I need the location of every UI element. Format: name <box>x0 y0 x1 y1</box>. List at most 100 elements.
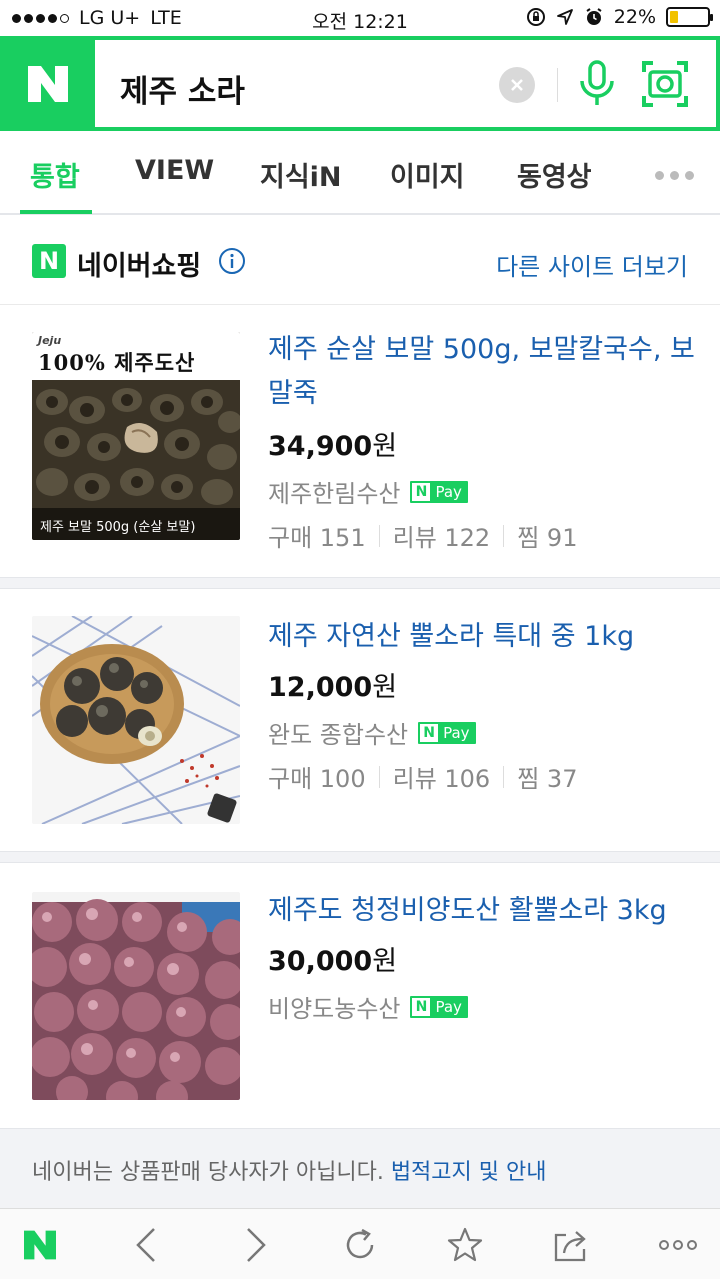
seller-name[interactable]: 제주한림수산 <box>268 474 400 509</box>
status-right: 22% <box>526 6 713 28</box>
shopping-title[interactable]: 네이버쇼핑 <box>77 244 201 283</box>
seller-row: 비양도농수산 N Pay <box>268 989 468 1024</box>
product-item[interactable]: 제주도 청정비양도산 활뿔소라 3kg 30,000원 비양도농수산 N Pay <box>0 863 720 1128</box>
product-image[interactable]: Jeju 100% 제주도산 제주 보말 500g (순살 보말) <box>32 332 240 540</box>
price-value: 34,900 <box>268 431 373 462</box>
review-count[interactable]: 리뷰 122 <box>393 518 491 553</box>
purchase-count: 구매 100 <box>268 765 366 793</box>
npay-label: Pay <box>435 997 462 1016</box>
bookmark-button[interactable] <box>443 1223 487 1267</box>
thumb-caption: 제주 보말 500g (순살 보말) <box>40 520 196 535</box>
stat-divider <box>503 524 505 547</box>
price-currency: 원 <box>372 946 398 977</box>
search-input[interactable]: 제주 소라 <box>120 66 245 111</box>
rotation-lock-icon <box>526 8 545 26</box>
tabs-more-icon[interactable] <box>655 171 694 180</box>
stat-divider <box>378 765 380 788</box>
battery-icon <box>666 7 713 27</box>
refresh-icon <box>346 1228 374 1259</box>
npay-badge: N Pay <box>410 995 468 1018</box>
bookmark-star-icon <box>447 1227 483 1262</box>
naver-logo-button[interactable] <box>0 36 95 131</box>
npay-badge: N Pay <box>410 480 468 503</box>
npay-badge: N Pay <box>418 721 476 744</box>
search-divider <box>557 68 558 102</box>
more-button[interactable] <box>656 1223 700 1267</box>
battery-percent: 22% <box>613 6 656 28</box>
thumb-banner: 100% 제주도산 <box>38 350 196 375</box>
seller-name[interactable]: 완도 종합수산 <box>268 715 408 750</box>
product-stats: 구매 100 리뷰 106 찜 37 <box>268 759 577 794</box>
more-icon <box>659 1240 697 1250</box>
shopping-header: N 네이버쇼핑 다른 사이트 더보기 <box>0 217 720 305</box>
npay-n-icon: N <box>412 482 431 501</box>
product-price: 34,900원 <box>268 424 397 463</box>
naver-home-icon <box>24 1230 56 1260</box>
product-stats: 구매 151 리뷰 122 찜 91 <box>268 518 577 553</box>
close-icon <box>511 79 523 91</box>
legal-notice: 네이버는 상품판매 당사자가 아닙니다. 법적고지 및 안내 <box>0 1128 720 1208</box>
refresh-button[interactable] <box>338 1223 382 1267</box>
status-bar: LG U+ LTE 오전 12:21 22% <box>0 0 720 36</box>
naver-logo-icon <box>27 65 68 102</box>
horned-turban-basket-image <box>32 616 240 824</box>
seller-name[interactable]: 비양도농수산 <box>268 989 400 1024</box>
price-currency: 원 <box>372 672 398 703</box>
product-item[interactable]: 제주 자연산 뿔소라 특대 중 1kg 12,000원 완도 종합수산 N Pay… <box>0 589 720 851</box>
section-gap <box>0 577 720 589</box>
tab-view[interactable]: VIEW <box>135 155 214 186</box>
legal-notice-text: 네이버는 상품판매 당사자가 아닙니다. <box>32 1160 391 1185</box>
product-image[interactable] <box>32 892 240 1100</box>
review-count[interactable]: 리뷰 106 <box>393 759 491 794</box>
npay-label: Pay <box>435 482 462 501</box>
back-button[interactable] <box>124 1223 168 1267</box>
purchase-count: 구매 151 <box>268 524 366 552</box>
search-box[interactable]: 제주 소라 <box>95 40 716 127</box>
npay-label: Pay <box>443 723 470 742</box>
microphone-icon[interactable] <box>577 59 617 109</box>
share-button[interactable] <box>549 1223 593 1267</box>
legal-link[interactable]: 법적고지 및 안내 <box>391 1160 547 1185</box>
camera-lens-icon[interactable] <box>641 60 689 108</box>
price-currency: 원 <box>372 431 398 462</box>
live-horned-turban-image <box>32 892 240 1100</box>
more-sites-link[interactable]: 다른 사이트 더보기 <box>496 247 688 282</box>
price-value: 30,000 <box>268 946 373 977</box>
tab-videos[interactable]: 동영상 <box>517 155 592 194</box>
tab-kin[interactable]: 지식iN <box>260 155 342 194</box>
location-icon <box>556 9 573 25</box>
back-icon <box>136 1228 155 1262</box>
tab-integrated[interactable]: 통합 <box>30 155 80 194</box>
price-value: 12,000 <box>268 672 373 703</box>
clear-search-button[interactable] <box>499 67 535 103</box>
product-title[interactable]: 제주 자연산 뿔소라 특대 중 1kg <box>268 615 698 659</box>
product-title[interactable]: 제주 순살 보말 500g, 보말칼국수, 보말죽 <box>268 328 698 416</box>
search-header: 제주 소라 <box>0 36 720 131</box>
alarm-icon <box>586 8 602 25</box>
product-image[interactable] <box>32 616 240 824</box>
naver-shopping-logo: N <box>32 244 66 278</box>
npay-n-icon: N <box>412 997 431 1016</box>
stat-divider <box>503 765 505 788</box>
forward-button[interactable] <box>234 1223 278 1267</box>
product-price: 30,000원 <box>268 939 397 978</box>
naver-home-button[interactable] <box>18 1223 62 1267</box>
battery-level <box>670 11 678 23</box>
tab-images[interactable]: 이미지 <box>390 155 465 194</box>
npay-n-icon: N <box>420 723 439 742</box>
thumb-brand: Jeju <box>38 334 62 347</box>
search-tabs: 통합 VIEW 지식iN 이미지 동영상 <box>0 131 720 215</box>
info-icon[interactable] <box>218 247 246 275</box>
product-item[interactable]: Jeju 100% 제주도산 제주 보말 500g (순살 보말) 제주 순살 … <box>0 306 720 577</box>
product-price: 12,000원 <box>268 665 397 704</box>
seller-row: 완도 종합수산 N Pay <box>268 715 476 750</box>
wish-count: 찜 91 <box>517 524 578 552</box>
wish-count: 찜 37 <box>517 765 578 793</box>
share-icon <box>554 1231 586 1262</box>
active-tab-indicator <box>20 210 92 214</box>
seller-row: 제주한림수산 N Pay <box>268 474 468 509</box>
forward-icon <box>247 1228 266 1262</box>
browser-toolbar <box>0 1208 720 1279</box>
product-title[interactable]: 제주도 청정비양도산 활뿔소라 3kg <box>268 889 698 933</box>
stat-divider <box>378 524 380 547</box>
